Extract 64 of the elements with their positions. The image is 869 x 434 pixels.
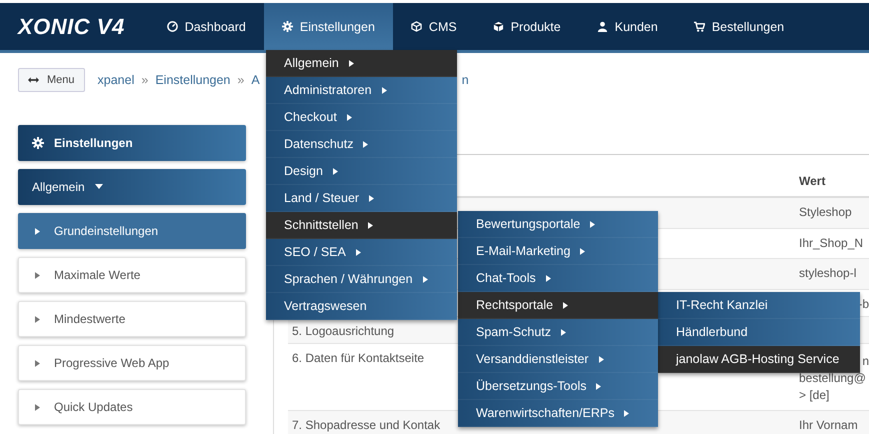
table-cell-text: Ihr Vornam	[799, 417, 859, 434]
breadcrumb-separator: »	[237, 73, 244, 87]
table-cell-text: Styleshop	[799, 204, 853, 221]
sidebar-item[interactable]: Mindestwerte	[18, 301, 246, 337]
caret-icon	[35, 360, 40, 366]
menu-item[interactable]: Sprachen / Währungen	[266, 266, 457, 293]
table-cell-text: bestellung@	[799, 370, 867, 387]
menu-item[interactable]: Datenschutz	[266, 131, 457, 158]
breadcrumb-separator: »	[141, 73, 148, 87]
menu-item[interactable]: Bewertungsportale	[458, 211, 658, 238]
menu-item[interactable]: Schnittstellen	[266, 212, 457, 239]
table-cell-text: 6. Daten für Kontaktseite	[291, 350, 426, 367]
table-cell-text: 7. Shopadresse und Kontak	[291, 417, 442, 434]
gear-icon	[282, 21, 293, 32]
caret-icon	[35, 228, 40, 234]
table-cell-text: > [de]	[799, 387, 830, 404]
menu-item[interactable]: janolaw AGB-Hosting Service	[658, 346, 860, 373]
menu-item[interactable]: Vertragswesen	[266, 293, 457, 320]
menu-item[interactable]: Checkout	[266, 104, 457, 131]
menu-item[interactable]: SEO / SEA	[266, 239, 457, 266]
menu-item[interactable]: E-Mail-Marketing	[458, 238, 658, 265]
person-icon	[596, 21, 608, 32]
gauge-icon	[166, 21, 178, 32]
menu-item[interactable]: Spam-Schutz	[458, 319, 658, 346]
double-arrow-icon	[28, 76, 39, 84]
menu-button[interactable]: Menu	[18, 68, 85, 92]
sidebar-item[interactable]: Progressive Web App	[18, 345, 246, 381]
nav-item[interactable]: Produkte	[474, 3, 579, 50]
menu-item[interactable]: Administratoren	[266, 77, 457, 104]
cart-icon	[694, 21, 705, 32]
breadcrumb-link[interactable]: Einstellungen	[155, 73, 230, 87]
nav-item[interactable]: CMS	[392, 3, 475, 50]
breadcrumb-link[interactable]: n	[462, 73, 469, 87]
nav-item[interactable]: Einstellungen	[264, 3, 393, 50]
nav-item[interactable]: Dashboard	[148, 3, 264, 50]
menu-item[interactable]: Rechtsportale	[458, 292, 658, 319]
breadcrumb-link[interactable]: xpanel	[98, 73, 134, 87]
sidebar-item[interactable]: Maximale Werte	[18, 257, 246, 293]
logo: XONIC V4	[16, 12, 126, 40]
menu-item[interactable]: Versanddienstleister	[458, 346, 658, 373]
cube-icon	[410, 21, 422, 32]
caret-icon	[35, 316, 40, 322]
menu-item[interactable]: Warenwirtschaften/ERPs	[458, 400, 658, 427]
table-cell-text: 5. Logoausrichtung	[291, 323, 396, 340]
caret-icon	[94, 184, 103, 190]
caret-icon	[35, 404, 40, 410]
nav-item[interactable]: Bestellungen	[676, 3, 802, 50]
table-cell-text: Ihr_Shop_N	[799, 235, 864, 252]
sidebar-item[interactable]: Quick Updates	[18, 389, 246, 425]
table-cell: n	[862, 353, 869, 370]
box-icon	[492, 21, 504, 32]
table-cell-text: styleshop-l	[799, 265, 858, 282]
caret-icon	[35, 272, 40, 278]
table-cell: -b	[858, 296, 869, 313]
sidebar-item[interactable]: Grundeinstellungen	[18, 213, 246, 249]
nav-item[interactable]: Kunden	[578, 3, 676, 50]
menu-item[interactable]: Übersetzungs-Tools	[458, 373, 658, 400]
gear-icon	[32, 137, 44, 149]
sidebar-header: Einstellungen	[18, 125, 246, 161]
group-dropdown[interactable]: Allgemein	[18, 169, 246, 205]
menu-item[interactable]: Allgemein	[266, 50, 457, 77]
column-header: Wert	[799, 174, 826, 188]
breadcrumb-link[interactable]: A	[251, 73, 260, 87]
menu-item[interactable]: Design	[266, 158, 457, 185]
